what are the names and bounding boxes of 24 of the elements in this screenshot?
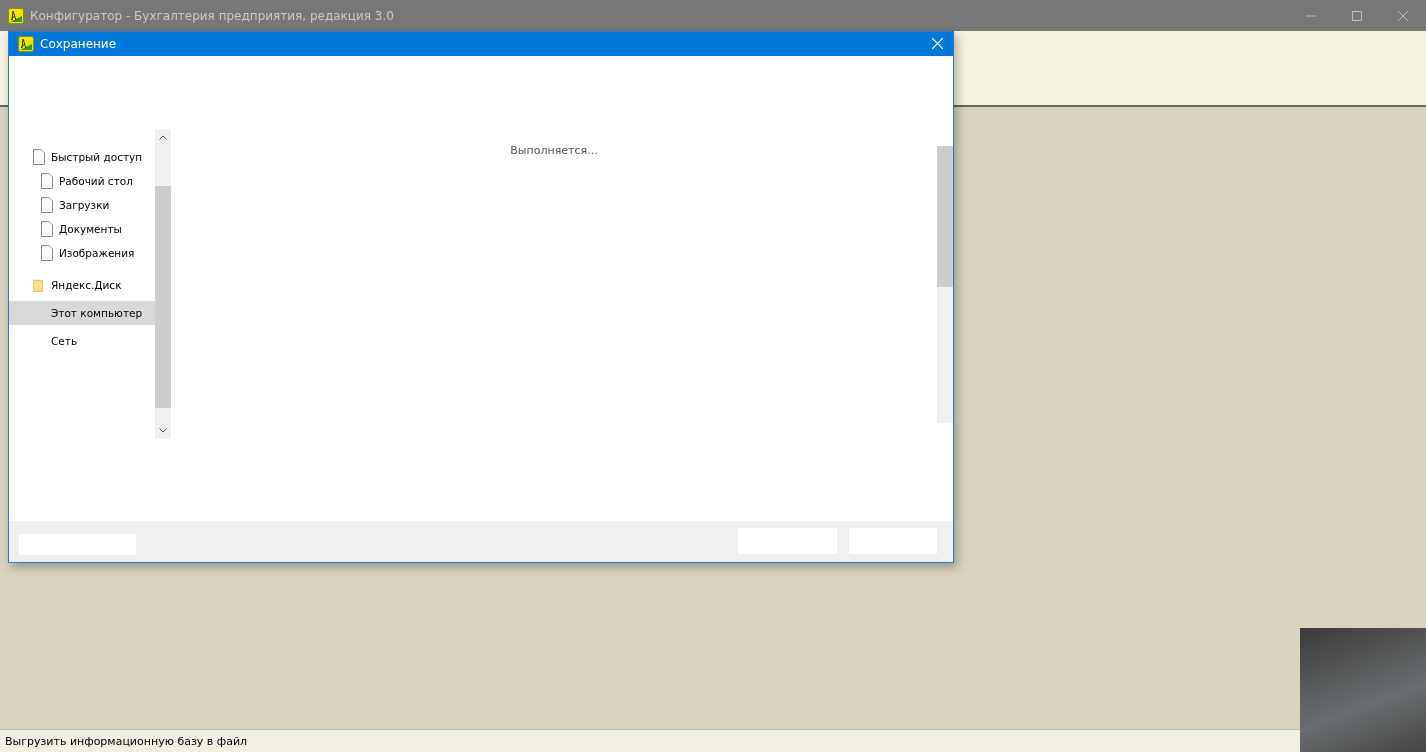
document-icon: [41, 244, 53, 261]
window-title: Конфигуратор - Бухгалтерия предприятия, редакция 3.0: [30, 8, 395, 23]
nav-item[interactable]: Яндекс.Диск: [9, 272, 155, 297]
document-icon: [41, 196, 53, 213]
scrollbar[interactable]: [155, 128, 171, 439]
scroll-down-icon[interactable]: [159, 427, 167, 433]
nav-item[interactable]: Изображения: [9, 240, 155, 265]
status-text: Выгрузить информационную базу в файл: [5, 734, 248, 748]
progress-text: Выполняется...: [510, 143, 598, 157]
nav-item[interactable]: Документы: [9, 216, 155, 241]
scrollbar[interactable]: [937, 145, 953, 423]
nav-item[interactable]: Рабочий стол: [9, 168, 155, 193]
document-icon: [33, 148, 45, 165]
app-logo-icon: [18, 35, 34, 52]
nav-item[interactable]: Сеть: [9, 328, 155, 353]
close-icon[interactable]: [932, 38, 943, 50]
nav-item[interactable]: Быстрый доступ: [9, 144, 155, 169]
nav-item[interactable]: Загрузки: [9, 192, 155, 217]
dialog-title: Сохранение: [40, 36, 118, 51]
nav-item[interactable]: Этот компьютер: [9, 300, 155, 325]
document-icon: [41, 220, 53, 237]
scroll-up-icon[interactable]: [159, 134, 167, 140]
app-logo-icon: [8, 7, 24, 24]
document-icon: [41, 172, 53, 189]
